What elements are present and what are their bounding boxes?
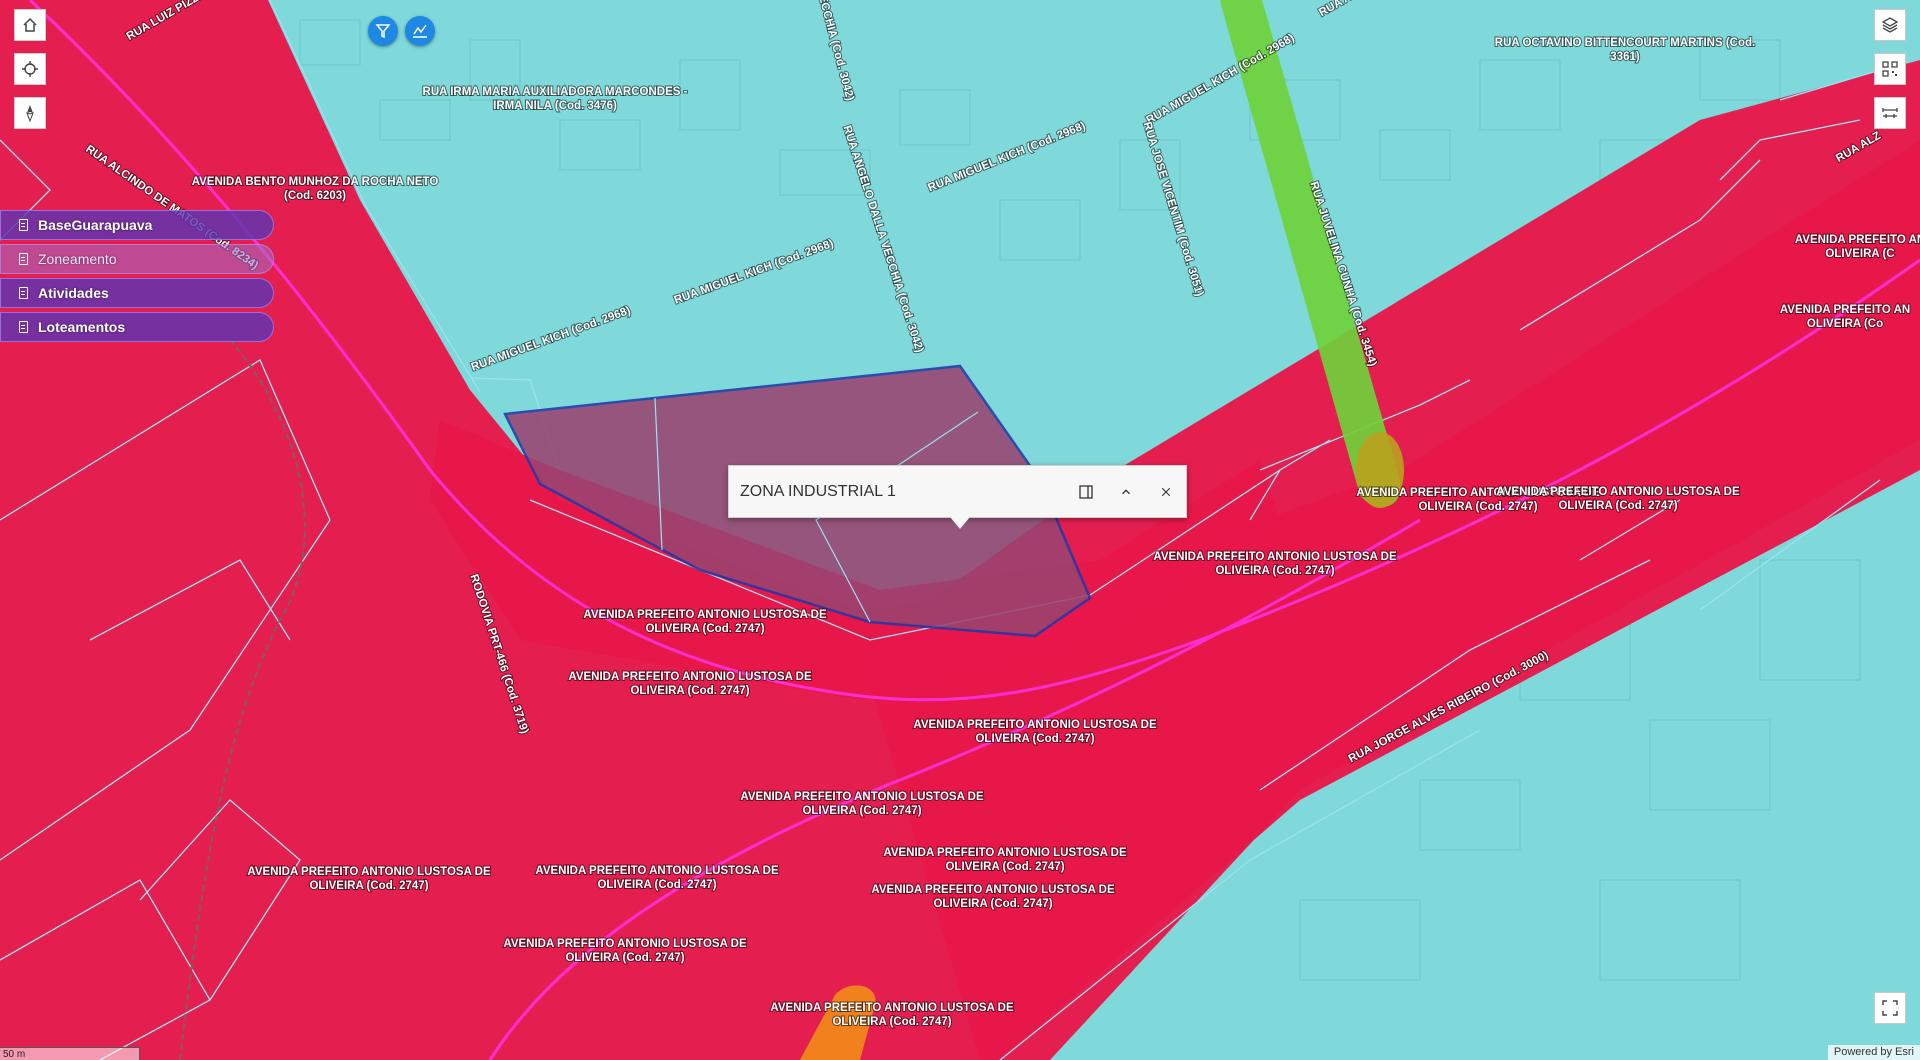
measure-icon [1882, 108, 1898, 118]
map-view[interactable]: RUA IRMA MARIA AUXILIADORA MARCONDES -IR… [0, 0, 1920, 1060]
layer-item-loteamentos[interactable]: Loteamentos [0, 312, 274, 342]
layer-item-atividades[interactable]: Atividades [0, 278, 274, 308]
attribution: Powered by Esri [1827, 1045, 1920, 1060]
close-icon [1161, 487, 1171, 496]
document-icon [19, 253, 28, 265]
qr-code-icon [1882, 61, 1898, 77]
fullscreen-button[interactable] [1874, 992, 1906, 1024]
home-icon [23, 17, 37, 32]
document-icon [19, 287, 28, 299]
layers-button[interactable] [1874, 9, 1906, 41]
chart-button[interactable] [405, 16, 435, 46]
close-button[interactable] [1146, 472, 1186, 512]
layer-list: BaseGuarapuava Zoneamento Atividades Lot… [0, 210, 274, 346]
compass-button[interactable] [14, 97, 46, 129]
measure-button[interactable] [1874, 97, 1906, 129]
layer-label: BaseGuarapuava [38, 217, 153, 233]
feature-popup: ZONA INDUSTRIAL 1 [728, 465, 1187, 529]
document-icon [19, 321, 28, 333]
fullscreen-icon [1882, 1000, 1898, 1016]
chart-icon [413, 24, 427, 38]
layer-label: Atividades [38, 285, 109, 301]
filter-icon [375, 24, 391, 39]
document-icon [19, 219, 28, 231]
compass-icon [26, 105, 34, 122]
dock-icon [1079, 484, 1093, 499]
qr-code-button[interactable] [1874, 53, 1906, 85]
home-button[interactable] [14, 9, 46, 41]
chevron-up-icon [1122, 488, 1130, 494]
filter-button[interactable] [368, 16, 398, 46]
popup-title: ZONA INDUSTRIAL 1 [740, 482, 896, 500]
collapse-button[interactable] [1106, 472, 1146, 512]
scale-bar: 50 m [0, 1047, 140, 1060]
layers-icon [1881, 17, 1899, 33]
layer-item-zoneamento[interactable]: Zoneamento [0, 244, 274, 274]
dock-button[interactable] [1066, 472, 1106, 512]
layer-label: Zoneamento [38, 251, 117, 267]
layer-item-baseguarapuava[interactable]: BaseGuarapuava [0, 210, 274, 240]
crosshair-icon [22, 61, 38, 77]
layer-label: Loteamentos [38, 319, 126, 335]
locate-button[interactable] [14, 53, 46, 85]
